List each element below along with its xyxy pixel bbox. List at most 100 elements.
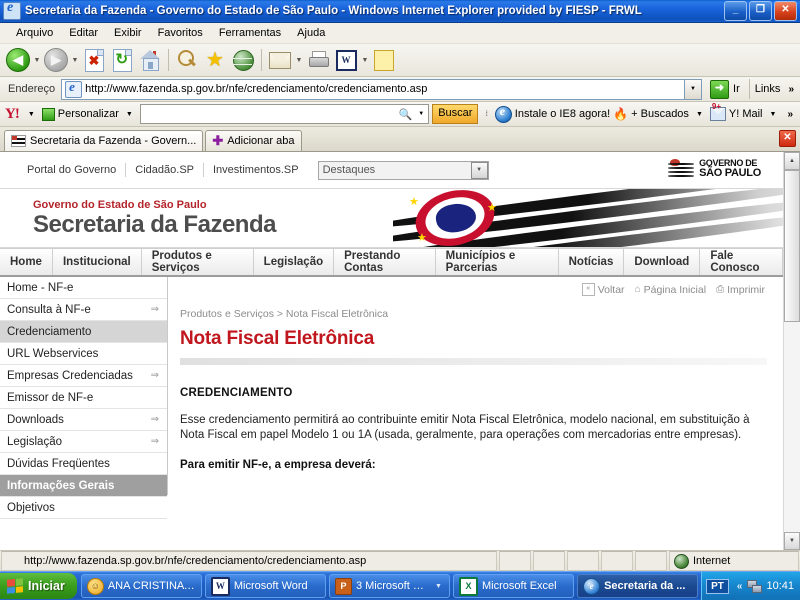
personalizar-button[interactable]: Personalizar bbox=[58, 108, 119, 120]
taskbar-item-secretaria-da-fazenda[interactable]: e Secretaria da ... bbox=[577, 574, 699, 598]
taskbar-group-caret-icon[interactable]: ▼ bbox=[433, 575, 444, 597]
pagina-inicial-link[interactable]: ⌂ Página Inicial bbox=[635, 284, 707, 296]
scroll-down-button[interactable]: ▼ bbox=[784, 532, 800, 550]
go-button[interactable]: ➜ Ir bbox=[706, 79, 744, 99]
gov-link-investimentos[interactable]: Investimentos.SP bbox=[204, 163, 308, 177]
taskbar: Iniciar ☺ ANA CRISTINA F... W Microsoft … bbox=[0, 571, 800, 600]
search-button[interactable] bbox=[173, 46, 201, 74]
buscados-caret-icon[interactable]: ▼ bbox=[692, 111, 707, 118]
sidebar-nav: Home - NF-e Consulta à NF-e ⇒ Credenciam… bbox=[0, 277, 167, 519]
nav-produtos-e-servicos[interactable]: Produtos e Serviços bbox=[142, 249, 254, 275]
nav-fale-conosco[interactable]: Fale Conosco bbox=[700, 249, 783, 275]
scrollbar-track[interactable] bbox=[784, 170, 800, 532]
scrollbar-thumb[interactable] bbox=[784, 170, 800, 322]
yahoo-search-input[interactable]: 🔍 ▼ bbox=[139, 104, 430, 124]
links-button[interactable]: Links bbox=[755, 83, 785, 95]
taskbar-item-ana-cristina[interactable]: ☺ ANA CRISTINA F... bbox=[80, 574, 202, 598]
history-button[interactable] bbox=[229, 46, 257, 74]
chevron-down-icon: ▼ bbox=[470, 161, 488, 179]
taskbar-item-microsoft-word[interactable]: W Microsoft Word bbox=[204, 574, 326, 598]
nav-noticias[interactable]: Notícias bbox=[559, 249, 625, 275]
sidebar-header-informacoes-gerais: Informações Gerais bbox=[0, 475, 167, 497]
page-scrollbar[interactable]: ▲ ▼ bbox=[783, 152, 800, 550]
tab-add-new[interactable]: ✚ Adicionar aba bbox=[205, 130, 302, 151]
close-button[interactable]: ✕ bbox=[774, 1, 797, 21]
imprimir-label: Imprimir bbox=[727, 283, 765, 296]
stop-button[interactable]: ✖ bbox=[80, 46, 108, 74]
ymail-caret-icon[interactable]: ▼ bbox=[766, 111, 781, 118]
sidebar-label: Empresas Credenciadas bbox=[7, 369, 133, 382]
sidebar-item-empresas-credenciadas[interactable]: Empresas Credenciadas ⇒ bbox=[0, 365, 167, 387]
taskbar-item-microsoft-excel[interactable]: X Microsoft Excel bbox=[453, 574, 575, 598]
tab-close-button[interactable]: ✕ bbox=[779, 130, 796, 147]
ie8-promo-link[interactable]: Instale o IE8 agora! bbox=[515, 108, 610, 120]
nav-legislacao[interactable]: Legislação bbox=[254, 249, 335, 275]
back-button[interactable]: ◀ bbox=[4, 46, 32, 74]
refresh-button[interactable]: ↻ bbox=[108, 46, 136, 74]
destaques-select[interactable]: Destaques ▼ bbox=[317, 160, 489, 180]
start-label: Iniciar bbox=[28, 579, 65, 593]
nav-institucional[interactable]: Institucional bbox=[53, 249, 142, 275]
nav-municipios-e-parcerias[interactable]: Municípios e Parcerias bbox=[436, 249, 559, 275]
sidebar-item-objetivos[interactable]: Objetivos bbox=[0, 497, 167, 519]
start-button[interactable]: Iniciar bbox=[0, 573, 77, 599]
tab-secretaria-da-fazenda[interactable]: Secretaria da Fazenda - Govern... bbox=[4, 130, 204, 151]
sidebar-item-consulta-nfe[interactable]: Consulta à NF-e ⇒ bbox=[0, 299, 167, 321]
gov-link-cidadao[interactable]: Cidadão.SP bbox=[126, 163, 204, 177]
nav-download[interactable]: Download bbox=[624, 249, 701, 275]
taskbar-item-label: Secretaria da ... bbox=[604, 580, 686, 592]
maximize-button[interactable]: ❐ bbox=[749, 1, 772, 21]
sidebar-item-home-nfe[interactable]: Home - NF-e bbox=[0, 277, 167, 299]
yahoo-logo-caret-icon[interactable]: ▼ bbox=[24, 111, 39, 118]
sidebar-item-duvidas-frequentes[interactable]: Dúvidas Freqüentes bbox=[0, 453, 167, 475]
word-dropdown-icon[interactable]: ▼ bbox=[360, 46, 370, 74]
menu-item-editar[interactable]: Editar bbox=[61, 25, 106, 41]
menu-item-arquivo[interactable]: Arquivo bbox=[8, 25, 61, 41]
address-dropdown-button[interactable]: ▼ bbox=[685, 78, 703, 100]
scroll-up-button[interactable]: ▲ bbox=[784, 152, 800, 170]
sidebar-item-url-webservices[interactable]: URL Webservices bbox=[0, 343, 167, 365]
notes-button[interactable] bbox=[370, 46, 398, 74]
favorites-button[interactable]: ★ bbox=[201, 46, 229, 74]
taskbar-item-microsoft-powerpoint[interactable]: P 3 Microsoft Po... ▼ bbox=[328, 574, 451, 598]
address-input[interactable]: http://www.fazenda.sp.gov.br/nfe/credenc… bbox=[61, 78, 686, 100]
sidebar-item-legislacao[interactable]: Legislação ⇒ bbox=[0, 431, 167, 453]
menu-item-favoritos[interactable]: Favoritos bbox=[150, 25, 211, 41]
menu-item-exibir[interactable]: Exibir bbox=[106, 25, 150, 41]
yahoo-search-caret-icon[interactable]: ▼ bbox=[414, 111, 428, 117]
mail-dropdown-icon[interactable]: ▼ bbox=[294, 46, 304, 74]
home-button[interactable] bbox=[136, 46, 164, 74]
forward-button[interactable]: ▶ bbox=[42, 46, 70, 74]
tray-expand-chevron-icon[interactable]: « bbox=[737, 581, 743, 592]
sidebar-label: Credenciamento bbox=[7, 325, 92, 338]
minimize-button[interactable]: _ bbox=[724, 1, 747, 21]
network-icon[interactable] bbox=[747, 580, 763, 593]
voltar-link[interactable]: « Voltar bbox=[581, 283, 625, 296]
sidebar-item-emissor-de-nfe[interactable]: Emissor de NF-e bbox=[0, 387, 167, 409]
print-button[interactable] bbox=[304, 46, 332, 74]
clock[interactable]: 10:41 bbox=[766, 580, 794, 592]
ymail-button[interactable]: Y! Mail bbox=[729, 108, 763, 120]
browser-window: Secretaria da Fazenda - Governo do Estad… bbox=[0, 0, 800, 600]
banner-line2: Secretaria da Fazenda bbox=[33, 211, 276, 238]
sidebar-item-downloads[interactable]: Downloads ⇒ bbox=[0, 409, 167, 431]
nav-home[interactable]: Home bbox=[0, 249, 53, 275]
menu-item-ferramentas[interactable]: Ferramentas bbox=[211, 25, 289, 41]
imprimir-link[interactable]: ⎙ Imprimir bbox=[716, 284, 765, 296]
back-dropdown-icon[interactable]: ▼ bbox=[32, 46, 42, 74]
mail-button[interactable] bbox=[266, 46, 294, 74]
toolbar-overflow-chevron-icon[interactable]: » bbox=[784, 84, 798, 95]
language-indicator[interactable]: PT bbox=[706, 578, 729, 594]
buscar-button[interactable]: Buscar bbox=[432, 104, 479, 124]
buscados-button[interactable]: + Buscados bbox=[631, 108, 689, 120]
yahoo-overflow-chevron-icon[interactable]: » bbox=[783, 109, 797, 120]
forward-dropdown-icon[interactable]: ▼ bbox=[70, 46, 80, 74]
personalizar-caret-icon[interactable]: ▼ bbox=[122, 111, 137, 118]
yahoo-logo[interactable]: Y! bbox=[3, 106, 21, 123]
gov-link-portal[interactable]: Portal do Governo bbox=[18, 163, 127, 177]
site-banner: Governo do Estado de São Paulo Secretari… bbox=[0, 189, 783, 248]
nav-prestando-contas[interactable]: Prestando Contas bbox=[334, 249, 436, 275]
word-edit-button[interactable]: W bbox=[332, 46, 360, 74]
sidebar-item-credenciamento[interactable]: Credenciamento bbox=[0, 321, 167, 343]
menu-item-ajuda[interactable]: Ajuda bbox=[289, 25, 333, 41]
